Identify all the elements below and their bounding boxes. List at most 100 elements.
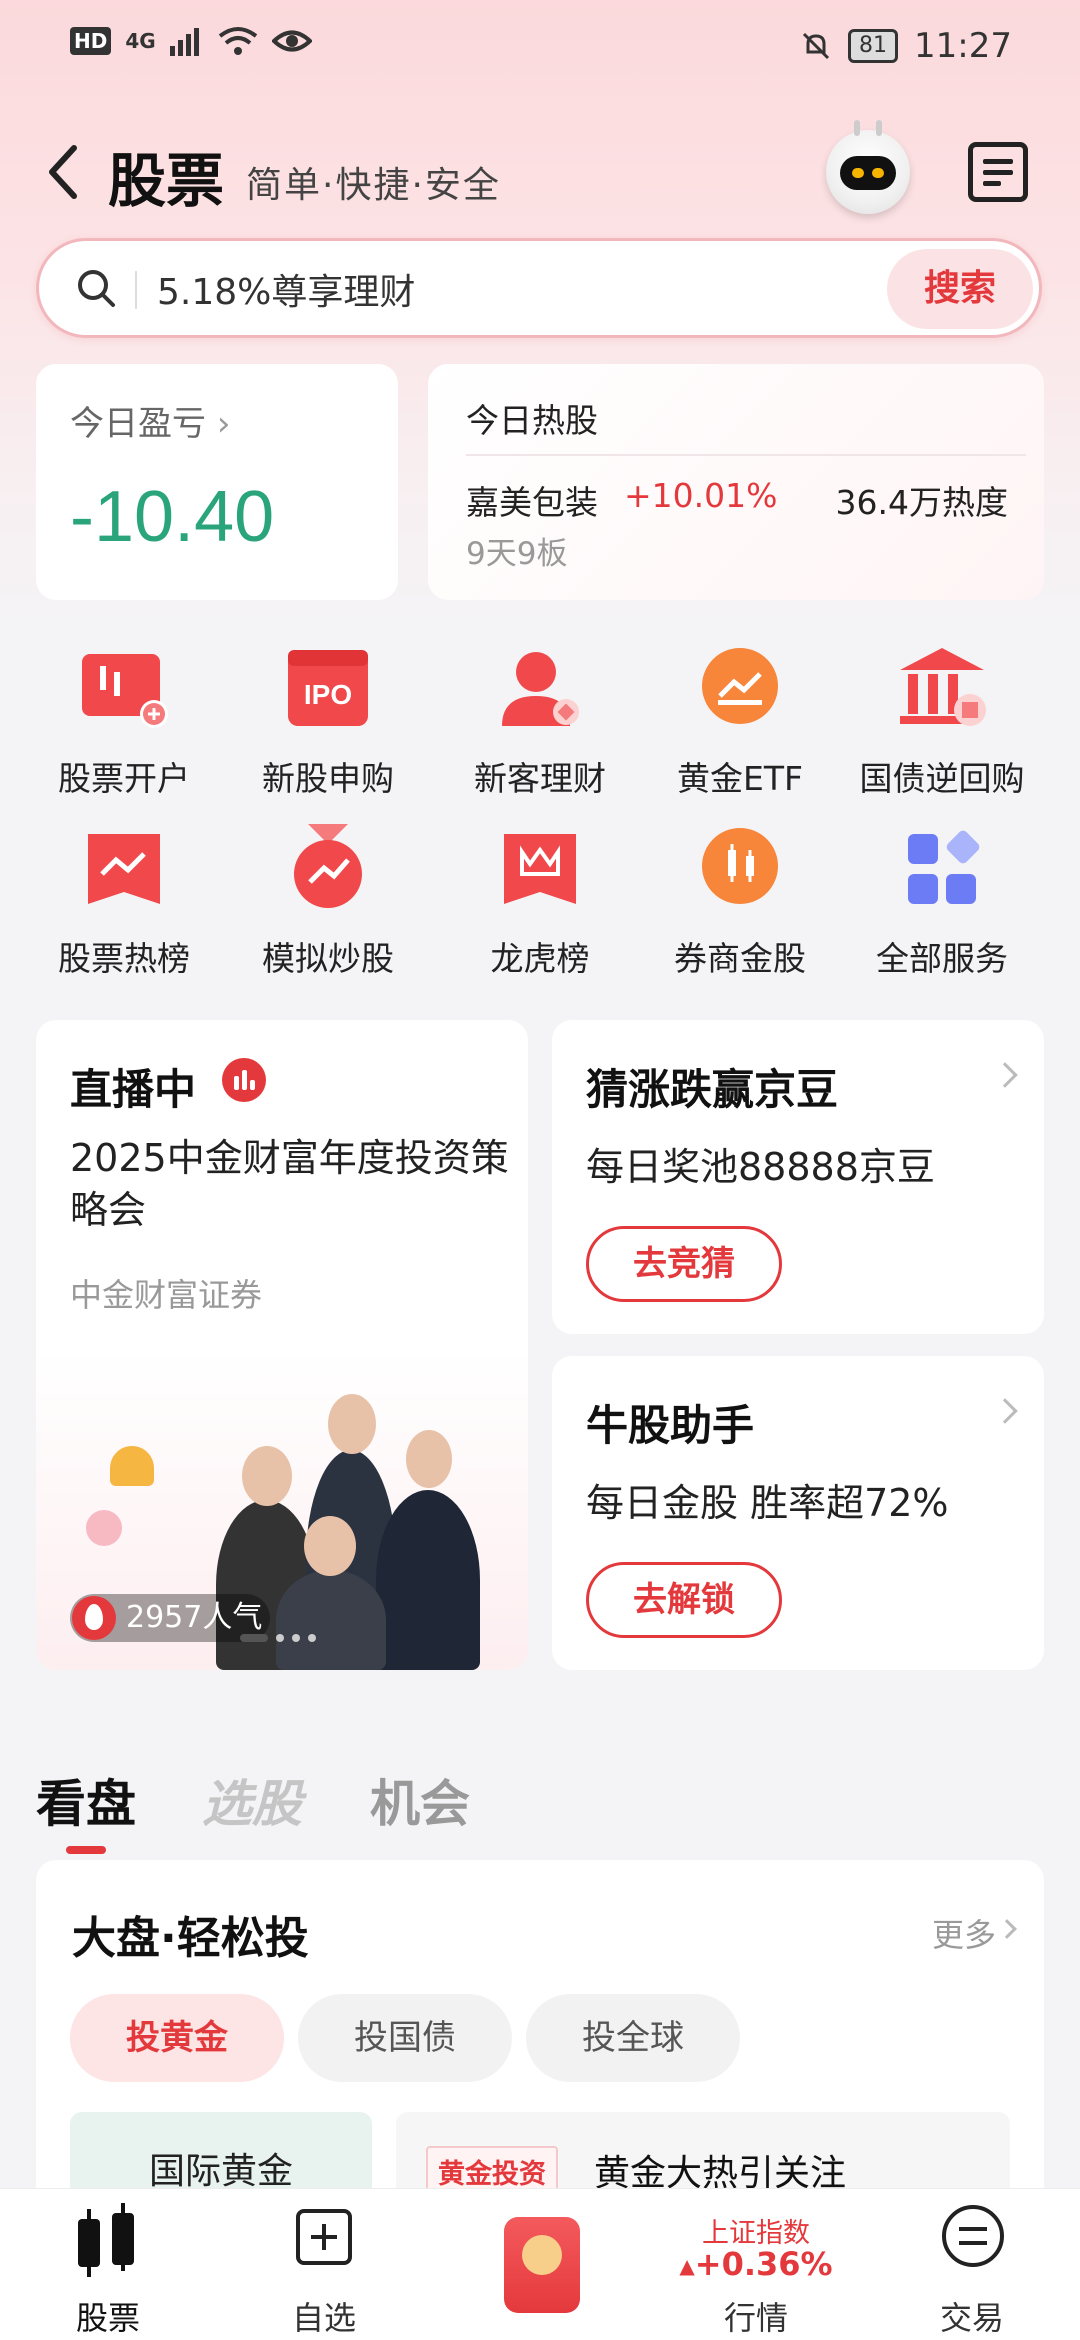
bull-stock-promo-card[interactable]: 牛股助手 每日金股 胜率超72% 去解锁 [552, 1356, 1044, 1670]
tab-stock-picking[interactable]: 选股 [202, 1764, 302, 1836]
guess-promo-card[interactable]: 猜涨跌赢京豆 每日奖池88888京豆 去竞猜 [552, 1020, 1044, 1334]
service-label: 新股申购 [262, 759, 394, 798]
live-thumbnail: 2957人气 [36, 1350, 528, 1670]
promo-title: 牛股助手 [586, 1401, 755, 1450]
service-new-client[interactable]: 新客理财 [432, 640, 648, 810]
chevron-right-icon: › [216, 404, 231, 444]
hot-stock-name: 嘉美包装 [466, 483, 598, 522]
live-title: 直播中 [70, 1065, 197, 1114]
status-bar: HD 4G 81 11:27 [0, 0, 1080, 90]
dragon-tiger-icon [504, 834, 576, 904]
chip-bonds[interactable]: 投国债 [298, 1994, 512, 2082]
service-gold-etf[interactable]: 黄金ETF [632, 640, 848, 810]
search-divider [135, 271, 137, 309]
simulation-icon [294, 824, 362, 908]
eye-icon [271, 30, 312, 52]
hot-stock-heat: 36.4万热度 [835, 483, 1008, 522]
search-input[interactable]: 5.18%尊享理财 [157, 263, 415, 315]
market-section: 大盘·轻松投 更多 投黄金 投国债 投全球 国际黄金 黄金投资 黄金大热引关注 [36, 1860, 1044, 2222]
tab-indicator [66, 1846, 106, 1854]
robot-assistant-icon[interactable] [826, 120, 910, 214]
promo-title: 猜涨跌赢京豆 [586, 1065, 839, 1114]
service-dragon-tiger[interactable]: 龙虎榜 [432, 820, 648, 990]
hot-stock-tag: 9天9板 [466, 536, 568, 572]
guess-button[interactable]: 去竞猜 [586, 1226, 782, 1302]
intl-gold-label: 国际黄金 [148, 2151, 293, 2192]
svg-text:IPO: IPO [304, 679, 352, 710]
live-stream-card[interactable]: 直播中 2025中金财富年度投资策略会 中金财富证券 2957人气 [36, 1020, 528, 1670]
nav-trade[interactable]: 交易 [864, 2189, 1080, 2340]
nav-watchlist[interactable]: 自选 [216, 2189, 432, 2340]
chevron-right-icon [992, 1062, 1018, 1088]
page-title: 股票 [108, 147, 225, 215]
hot-stock-change: +10.01% [624, 476, 778, 515]
service-ipo[interactable]: IPO 新股申购 [220, 640, 436, 810]
nav-label: 行情 [723, 2299, 788, 2337]
search-button[interactable]: 搜索 [887, 249, 1033, 329]
service-label: 黄金ETF [677, 759, 803, 798]
new-client-icon [502, 652, 579, 726]
more-link[interactable]: 更多 [932, 1910, 996, 1956]
service-simulation[interactable]: 模拟炒股 [220, 820, 436, 990]
service-hot-list[interactable]: 股票热榜 [16, 820, 232, 990]
daily-pnl-card[interactable]: 今日盈亏 › -10.40 [36, 364, 398, 600]
service-bond-repo[interactable]: 国债逆回购 [834, 640, 1050, 810]
hd-badge: HD [70, 27, 112, 55]
tab-market-view[interactable]: 看盘 [36, 1764, 136, 1836]
clock: 11:27 [914, 26, 1012, 66]
red-packet-icon [504, 2217, 580, 2313]
service-label: 龙虎榜 [490, 939, 590, 978]
pnl-label: 今日盈亏 › [70, 404, 231, 444]
nav-label: 交易 [939, 2299, 1004, 2337]
live-description: 2025中金财富年度投资策略会 [70, 1136, 509, 1232]
chip-global[interactable]: 投全球 [526, 1994, 740, 2082]
bond-repo-icon [900, 648, 986, 726]
tab-opportunities[interactable]: 机会 [370, 1764, 470, 1836]
wifi-icon [218, 27, 257, 55]
services-grid: 股票开户 IPO 新股申购 新客理财 黄金ETF 国债逆回购 股票热榜 模拟炒股… [0, 640, 1080, 990]
service-label: 新客理财 [474, 759, 606, 798]
nav-market[interactable]: 上证指数 ▲+0.36% 行情 [648, 2189, 864, 2340]
network-label: 4G [125, 29, 156, 53]
service-all[interactable]: 全部服务 [834, 820, 1050, 990]
nav-label: 股票 [75, 2299, 140, 2337]
service-broker-picks[interactable]: 券商金股 [632, 820, 848, 990]
fire-icon [72, 1596, 116, 1640]
live-indicator-icon [222, 1058, 266, 1102]
nav-stocks[interactable]: 股票 [0, 2189, 216, 2340]
up-arrow-icon: ▲ [679, 2254, 695, 2278]
nav-label: 自选 [291, 2299, 356, 2337]
nav-red-packet[interactable] [432, 2189, 648, 2340]
bottom-navigation: 股票 自选 上证指数 ▲+0.36% 行情 交易 [0, 2188, 1080, 2340]
page-subtitle: 简单·快捷·安全 [246, 165, 501, 206]
service-label: 国债逆回购 [859, 759, 1025, 798]
service-label: 模拟炒股 [262, 939, 394, 978]
account-open-icon [82, 654, 168, 728]
service-label: 股票开户 [58, 759, 190, 798]
signal-icon [169, 28, 199, 56]
service-label: 股票热榜 [58, 939, 190, 978]
heart-icon [86, 1510, 122, 1546]
pnl-value: -10.40 [70, 477, 275, 557]
content-tabs: 看盘 选股 机会 [36, 1764, 1036, 1854]
index-change: ▲+0.36% [679, 2245, 833, 2283]
unlock-button[interactable]: 去解锁 [586, 1562, 782, 1638]
promo-subtitle: 每日金股 胜率超72% [586, 1481, 949, 1525]
service-label: 全部服务 [876, 939, 1008, 978]
bell-icon [110, 1446, 154, 1486]
search-icon [78, 270, 115, 307]
all-services-icon [908, 830, 980, 904]
battery-icon: 81 [848, 29, 899, 63]
menu-icon[interactable] [968, 142, 1028, 202]
hot-stock-title: 今日热股 [466, 401, 598, 440]
chevron-right-icon [997, 1919, 1017, 1939]
live-source: 中金财富证券 [70, 1276, 263, 1314]
mute-bell-icon [802, 32, 830, 60]
service-account-open[interactable]: 股票开户 [16, 640, 232, 810]
broker-picks-icon [702, 828, 778, 904]
search-bar[interactable]: 5.18%尊享理财 搜索 [36, 238, 1042, 338]
chip-gold[interactable]: 投黄金 [70, 1994, 284, 2082]
back-icon[interactable] [40, 142, 90, 202]
hot-stock-card[interactable]: 今日热股 嘉美包装 +10.01% 36.4万热度 9天9板 [428, 364, 1044, 600]
add-square-icon [296, 2209, 352, 2265]
